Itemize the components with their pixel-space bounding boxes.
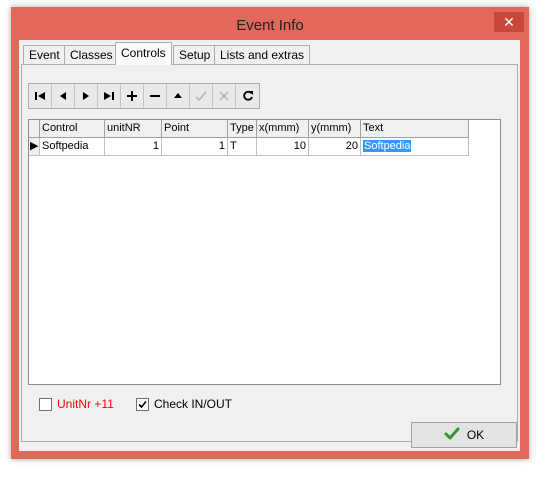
- controls-grid[interactable]: Control unitNR Point Type x(mmm) y(mmm) …: [28, 119, 501, 385]
- cell-type[interactable]: T: [228, 138, 257, 156]
- close-button[interactable]: ✕: [494, 12, 524, 32]
- column-header[interactable]: Point: [162, 120, 228, 138]
- tab-setup[interactable]: Setup: [173, 45, 217, 64]
- post-icon[interactable]: [190, 84, 213, 108]
- insert-icon[interactable]: [121, 84, 144, 108]
- refresh-icon[interactable]: [236, 84, 259, 108]
- column-header[interactable]: Text: [361, 120, 469, 138]
- checkinout-label: Check IN/OUT: [154, 397, 233, 411]
- cell-control[interactable]: Softpedia: [40, 138, 105, 156]
- prior-icon[interactable]: [52, 84, 75, 108]
- controls-panel: Control unitNR Point Type x(mmm) y(mmm) …: [21, 64, 518, 442]
- checkmark-icon: [138, 400, 147, 408]
- client-area: Event Classes Controls Setup Lists and e…: [19, 40, 520, 451]
- table-row[interactable]: ▶ Softpedia 1 1 T 10 20 Softpedia: [29, 138, 469, 156]
- last-icon[interactable]: [98, 84, 121, 108]
- checkmark-icon: [444, 427, 460, 444]
- delete-icon[interactable]: [144, 84, 167, 108]
- column-header[interactable]: y(mmm): [309, 120, 361, 138]
- first-icon[interactable]: [29, 84, 52, 108]
- column-header[interactable]: Type: [228, 120, 257, 138]
- unitnr-option[interactable]: UnitNr +11: [39, 396, 114, 412]
- unitnr-checkbox[interactable]: [39, 397, 52, 411]
- window-title: Event Info: [236, 17, 304, 34]
- event-info-window: Event Info ✕ Event Classes Controls Setu…: [11, 7, 529, 459]
- column-header[interactable]: unitNR: [105, 120, 162, 138]
- cancel-icon[interactable]: [213, 84, 236, 108]
- cell-point[interactable]: 1: [162, 138, 228, 156]
- grid-header-row: Control unitNR Point Type x(mmm) y(mmm) …: [29, 120, 469, 138]
- unitnr-label: UnitNr +11: [57, 397, 114, 411]
- row-indicator-icon: ▶: [29, 138, 40, 156]
- column-header[interactable]: Control: [40, 120, 105, 138]
- cell-text[interactable]: Softpedia: [361, 138, 469, 156]
- cell-y[interactable]: 20: [309, 138, 361, 156]
- tab-strip: Event Classes Controls Setup Lists and e…: [19, 42, 520, 65]
- edit-icon[interactable]: [167, 84, 190, 108]
- checkinout-checkbox[interactable]: [136, 397, 149, 411]
- ok-label: OK: [466, 428, 485, 442]
- tab-classes[interactable]: Classes: [64, 45, 119, 64]
- tab-event[interactable]: Event: [23, 45, 66, 64]
- cell-text-selection[interactable]: Softpedia: [363, 140, 412, 152]
- indicator-header: [29, 120, 40, 138]
- tab-controls[interactable]: Controls: [115, 42, 172, 65]
- title-bar[interactable]: Event Info ✕: [11, 7, 529, 40]
- tab-lists-and-extras[interactable]: Lists and extras: [214, 45, 311, 64]
- column-header[interactable]: x(mmm): [257, 120, 309, 138]
- next-icon[interactable]: [75, 84, 98, 108]
- db-navigator: [28, 83, 260, 109]
- cell-unitnr[interactable]: 1: [105, 138, 162, 156]
- ok-button[interactable]: OK: [411, 422, 517, 448]
- cell-x[interactable]: 10: [257, 138, 309, 156]
- checkinout-option[interactable]: Check IN/OUT: [136, 396, 232, 412]
